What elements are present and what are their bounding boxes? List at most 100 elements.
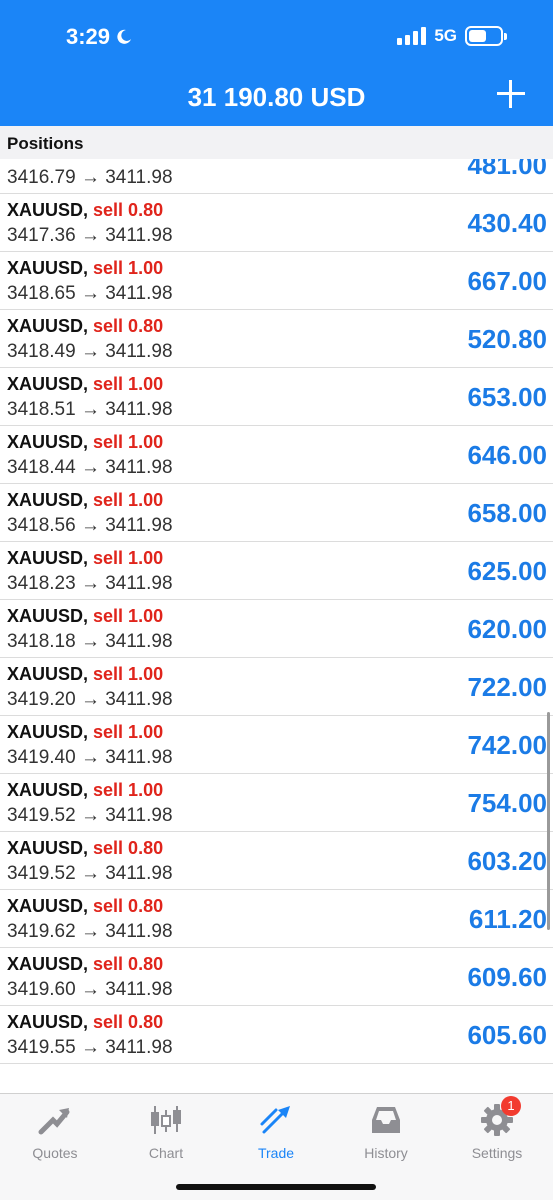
position-row[interactable]: XAUUSD, sell 1.00 3418.18 → 3411.98 620.00 bbox=[0, 600, 553, 658]
position-prices: 3418.51 → 3411.98 bbox=[7, 399, 173, 420]
position-row[interactable]: XAUUSD, sell 1.00 3418.23 → 3411.98 625.00 bbox=[0, 542, 553, 600]
position-row[interactable]: XAUUSD, sell 1.00 3418.65 → 3411.98 667.00 bbox=[0, 252, 553, 310]
position-title: XAUUSD, sell 0.80 bbox=[7, 1012, 163, 1033]
position-profit: 603.20 bbox=[467, 846, 547, 876]
moon-icon bbox=[117, 29, 132, 44]
position-title: XAUUSD, sell 0.80 bbox=[7, 954, 163, 975]
position-profit: 520.80 bbox=[467, 324, 547, 354]
tab-label: History bbox=[364, 1145, 408, 1161]
positions-header: Positions bbox=[0, 126, 553, 159]
position-row[interactable]: XAUUSD, sell 0.80 3419.60 → 3411.98 609.60 bbox=[0, 948, 553, 1006]
position-row[interactable]: XAUUSD, sell 1.00 3419.20 → 3411.98 722.00 bbox=[0, 658, 553, 716]
position-side-volume: sell 0.80 bbox=[93, 316, 164, 336]
position-symbol: XAUUSD, bbox=[7, 664, 89, 684]
position-side-volume: sell 1.00 bbox=[93, 432, 164, 452]
position-symbol: XAUUSD, bbox=[7, 548, 89, 568]
position-side-volume: sell 1.00 bbox=[93, 664, 164, 684]
position-profit: 605.60 bbox=[467, 1020, 547, 1050]
position-prices: 3418.23 → 3411.98 bbox=[7, 573, 173, 594]
position-profit: 625.00 bbox=[467, 556, 547, 586]
position-title: XAUUSD, sell 1.00 bbox=[7, 374, 163, 395]
position-side-volume: sell 1.00 bbox=[93, 780, 164, 800]
position-row[interactable]: 3416.79 → 3411.98 481.00 bbox=[0, 159, 553, 194]
position-prices: 3418.65 → 3411.98 bbox=[7, 283, 173, 304]
position-symbol: XAUUSD, bbox=[7, 722, 89, 742]
position-prices: 3419.52 → 3411.98 bbox=[7, 805, 173, 826]
position-profit: 658.00 bbox=[467, 498, 547, 528]
position-title: XAUUSD, sell 1.00 bbox=[7, 548, 163, 569]
position-symbol: XAUUSD, bbox=[7, 490, 89, 510]
position-side-volume: sell 0.80 bbox=[93, 838, 164, 858]
position-prices: 3417.36 → 3411.98 bbox=[7, 225, 173, 246]
position-profit: 653.00 bbox=[467, 382, 547, 412]
position-row[interactable]: XAUUSD, sell 1.00 3419.40 → 3411.98 742.00 bbox=[0, 716, 553, 774]
position-symbol: XAUUSD, bbox=[7, 606, 89, 626]
position-profit: 430.40 bbox=[467, 208, 547, 238]
position-title: XAUUSD, sell 0.80 bbox=[7, 896, 163, 917]
tab-label: Settings bbox=[471, 1145, 523, 1161]
position-title: XAUUSD, sell 0.80 bbox=[7, 838, 163, 859]
position-row[interactable]: XAUUSD, sell 0.80 3419.52 → 3411.98 603.20 bbox=[0, 832, 553, 890]
position-side-volume: sell 1.00 bbox=[93, 490, 164, 510]
position-symbol: XAUUSD, bbox=[7, 954, 89, 974]
position-prices: 3419.60 → 3411.98 bbox=[7, 979, 173, 1000]
position-row[interactable]: XAUUSD, sell 0.80 3419.62 → 3411.98 611.20 bbox=[0, 890, 553, 948]
position-prices: 3418.44 → 3411.98 bbox=[7, 457, 173, 478]
position-title: XAUUSD, sell 1.00 bbox=[7, 722, 163, 743]
position-side-volume: sell 1.00 bbox=[93, 606, 164, 626]
position-row[interactable]: XAUUSD, sell 1.00 3419.52 → 3411.98 754.00 bbox=[0, 774, 553, 832]
tab-label: Quotes bbox=[32, 1145, 78, 1161]
position-profit: 722.00 bbox=[467, 672, 547, 702]
position-row[interactable]: XAUUSD, sell 0.80 3419.55 → 3411.98 605.60 bbox=[0, 1006, 553, 1064]
position-prices: 3418.18 → 3411.98 bbox=[7, 631, 173, 652]
position-prices: 3419.40 → 3411.98 bbox=[7, 747, 173, 768]
tab-trade[interactable]: Trade bbox=[221, 1102, 331, 1166]
position-side-volume: sell 1.00 bbox=[93, 374, 164, 394]
position-symbol: XAUUSD, bbox=[7, 316, 89, 336]
status-time: 3:29 bbox=[66, 24, 132, 50]
position-side-volume: sell 1.00 bbox=[93, 722, 164, 742]
position-side-volume: sell 0.80 bbox=[93, 1012, 164, 1032]
position-side-volume: sell 1.00 bbox=[93, 258, 164, 278]
position-row[interactable]: XAUUSD, sell 1.00 3418.56 → 3411.98 658.00 bbox=[0, 484, 553, 542]
position-row[interactable]: XAUUSD, sell 1.00 3418.51 → 3411.98 653.00 bbox=[0, 368, 553, 426]
position-profit: 754.00 bbox=[467, 788, 547, 818]
position-row[interactable]: XAUUSD, sell 0.80 3418.49 → 3411.98 520.80 bbox=[0, 310, 553, 368]
status-indicators: 5G bbox=[397, 26, 507, 46]
account-balance: 31 190.80 USD bbox=[187, 82, 366, 112]
position-symbol: XAUUSD, bbox=[7, 374, 89, 394]
position-profit: 667.00 bbox=[467, 266, 547, 296]
position-prices: 3416.79 → 3411.98 bbox=[7, 167, 173, 188]
tab-label: Chart bbox=[148, 1145, 184, 1161]
position-side-volume: sell 0.80 bbox=[93, 896, 164, 916]
position-row[interactable]: XAUUSD, sell 0.80 3417.36 → 3411.98 430.40 bbox=[0, 194, 553, 252]
positions-title: Positions bbox=[7, 134, 84, 153]
quotes-icon bbox=[37, 1102, 73, 1138]
scrollbar[interactable] bbox=[547, 712, 550, 930]
position-prices: 3419.52 → 3411.98 bbox=[7, 863, 173, 884]
signal-icon bbox=[397, 27, 427, 45]
position-title: XAUUSD, sell 1.00 bbox=[7, 490, 163, 511]
new-order-button[interactable] bbox=[497, 80, 525, 108]
position-title: XAUUSD, sell 1.00 bbox=[7, 664, 163, 685]
positions-list[interactable]: 3416.79 → 3411.98 481.00 XAUUSD, sell 0.80… bbox=[0, 159, 553, 1091]
position-profit: 609.60 bbox=[467, 962, 547, 992]
position-row[interactable]: XAUUSD, sell 1.00 3418.44 → 3411.98 646.00 bbox=[0, 426, 553, 484]
trade-icon bbox=[258, 1102, 294, 1138]
tab-history[interactable]: History bbox=[331, 1102, 441, 1166]
position-profit: 611.20 bbox=[468, 904, 547, 934]
position-side-volume: sell 1.00 bbox=[93, 548, 164, 568]
position-title: XAUUSD, sell 1.00 bbox=[7, 606, 163, 627]
position-prices: 3418.49 → 3411.98 bbox=[7, 341, 173, 362]
candlestick-chart-icon bbox=[148, 1102, 184, 1138]
tab-settings[interactable]: 1 Settings bbox=[442, 1096, 552, 1166]
home-indicator[interactable] bbox=[176, 1184, 376, 1190]
position-symbol: XAUUSD, bbox=[7, 200, 89, 220]
position-symbol: XAUUSD, bbox=[7, 1012, 89, 1032]
tab-label: Trade bbox=[257, 1145, 295, 1161]
battery-icon bbox=[465, 26, 507, 46]
network-type: 5G bbox=[434, 26, 457, 45]
position-profit: 620.00 bbox=[467, 614, 547, 644]
tab-quotes[interactable]: Quotes bbox=[0, 1102, 110, 1166]
tab-chart[interactable]: Chart bbox=[111, 1102, 221, 1166]
